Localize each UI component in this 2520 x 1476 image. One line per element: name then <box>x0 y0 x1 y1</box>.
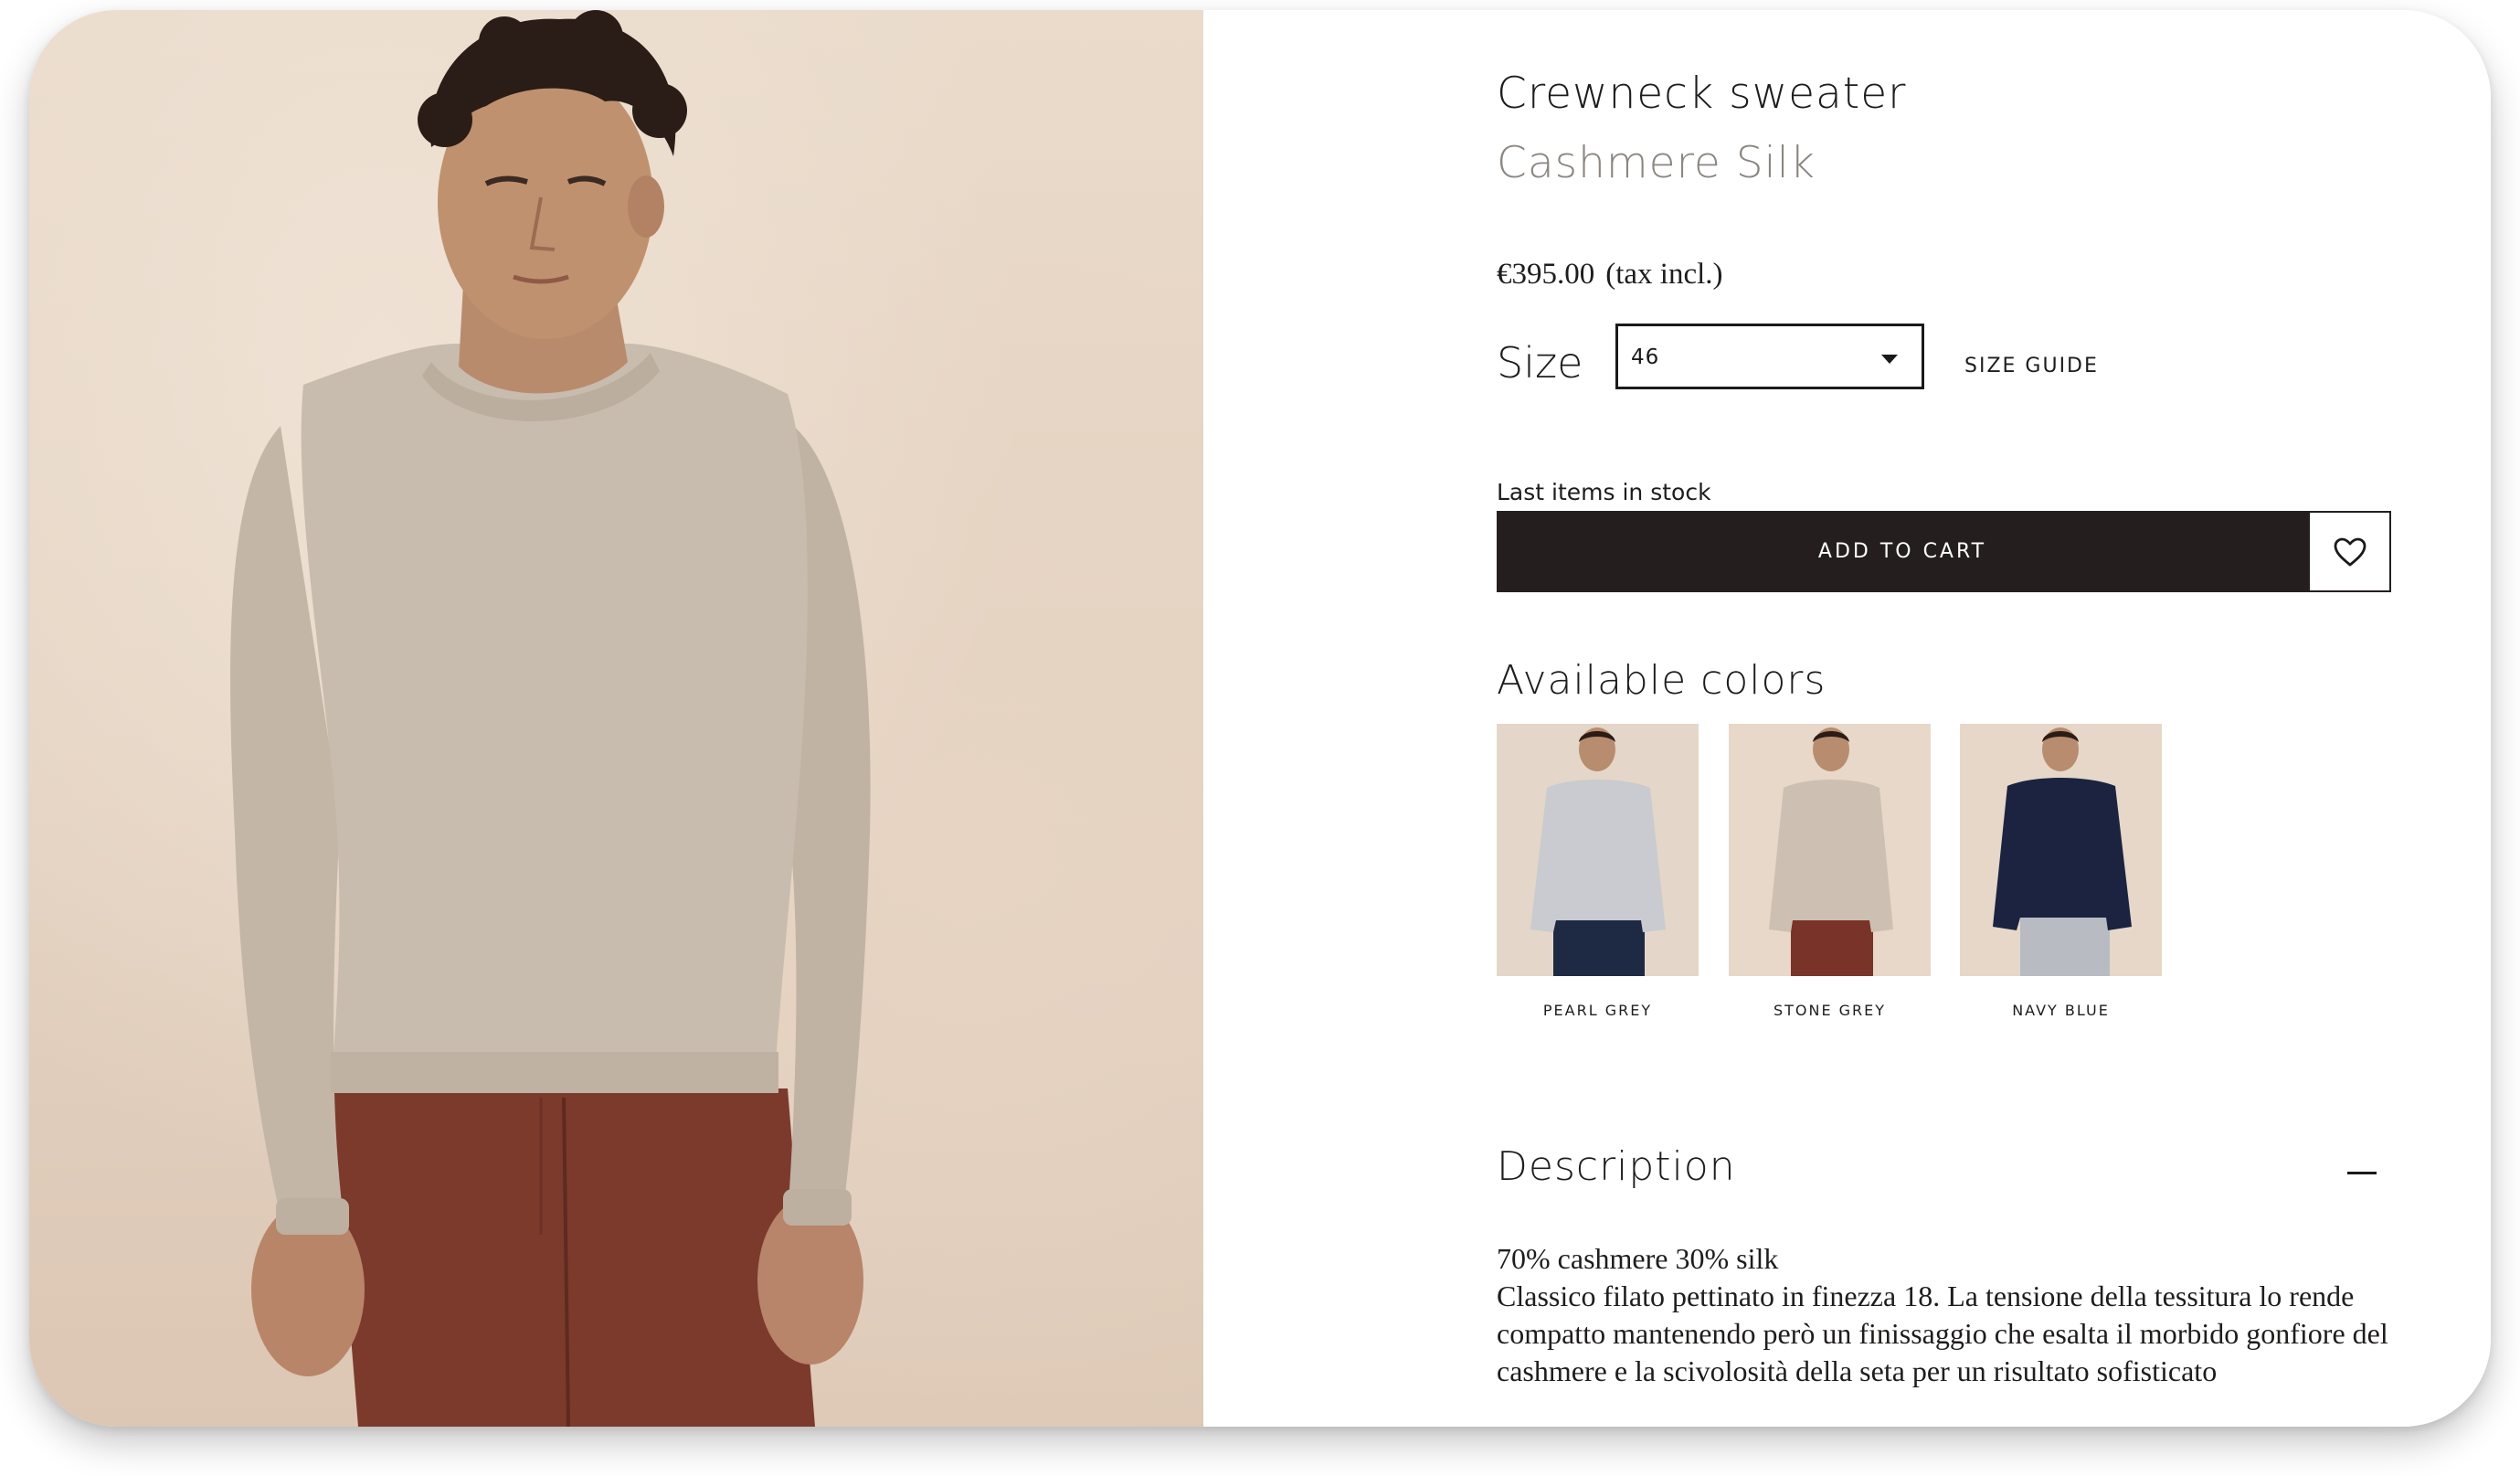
color-swatch-navy-blue[interactable] <box>1960 724 2162 976</box>
product-title: Crewneck sweater <box>1497 69 1907 119</box>
tax-note: (tax incl.) <box>1605 258 1723 291</box>
description-composition: 70% cashmere 30% silk <box>1497 1242 1779 1275</box>
product-details: Crewneck sweater Cashmere Silk €395.00 (t… <box>1203 10 2491 1427</box>
color-swatch-stone-grey[interactable] <box>1729 724 1931 976</box>
price-value: €395.00 <box>1497 258 1595 291</box>
swatch-sweater <box>1993 778 2132 930</box>
stock-status: Last items in stock <box>1497 479 1711 505</box>
swatch-photo <box>1960 724 2162 976</box>
swatch-photo <box>1729 724 1931 976</box>
product-window: Crewneck sweater Cashmere Silk €395.00 (t… <box>29 10 2491 1427</box>
heart-icon <box>2334 537 2366 566</box>
size-guide-link[interactable]: SIZE GUIDE <box>1964 355 2099 377</box>
color-label-pearl-grey: PEARL GREY <box>1542 1002 1653 1019</box>
product-photo <box>29 10 1203 1427</box>
color-swatch-pearl-grey[interactable] <box>1497 724 1699 976</box>
description-body: 70% cashmere 30% silk Classico filato pe… <box>1497 1240 2392 1390</box>
size-selected-value: 46 <box>1631 345 1660 369</box>
swatch-sweater <box>1530 780 1666 932</box>
swatch-pants <box>2020 911 2110 976</box>
color-label-navy-blue: NAVY BLUE <box>2012 1002 2110 1019</box>
description-text: Classico filato pettinato in finezza 18.… <box>1497 1280 2388 1387</box>
product-price: €395.00 (tax incl.) <box>1497 258 1723 292</box>
wishlist-button[interactable] <box>2308 511 2391 592</box>
description-heading: Description <box>1497 1143 1736 1190</box>
color-label-stone-grey: STONE GREY <box>1773 1002 1887 1019</box>
model-illustration <box>230 10 871 1427</box>
product-subtitle: Cashmere Silk <box>1497 138 1816 188</box>
size-dropdown[interactable]: 46 <box>1615 324 1924 389</box>
add-to-cart-button[interactable]: ADD TO CART <box>1497 511 2308 592</box>
swatch-photo <box>1497 724 1699 976</box>
chevron-down-icon <box>1881 355 1898 364</box>
minus-icon[interactable] <box>2347 1162 2380 1184</box>
swatch-sweater <box>1769 780 1893 932</box>
size-label: Size <box>1497 338 1583 388</box>
available-colors-heading: Available colors <box>1497 657 1826 704</box>
